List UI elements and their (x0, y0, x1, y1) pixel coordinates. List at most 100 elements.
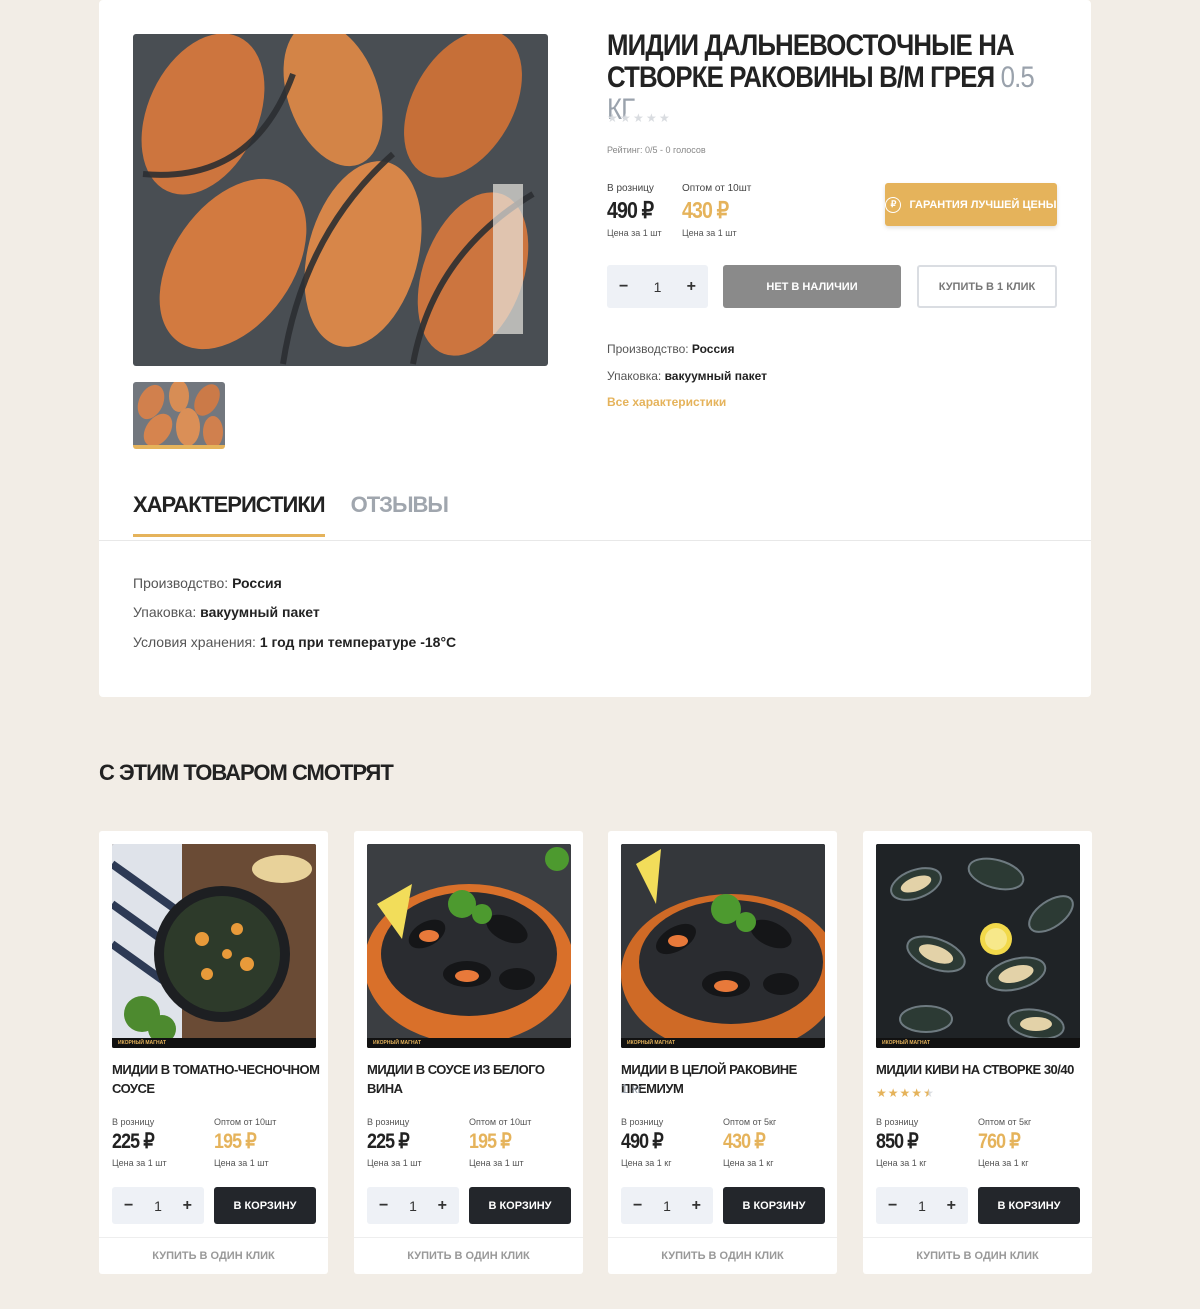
increase-button[interactable]: + (947, 1197, 956, 1215)
decrease-button[interactable]: − (124, 1197, 133, 1215)
char-key: Условия хранения: (133, 634, 256, 650)
wholesale-label: Оптом от 10шт (214, 1117, 277, 1127)
retail-unit: Цена за 1 кг (621, 1158, 672, 1168)
wholesale-price: 430 ₽ (682, 197, 729, 223)
tab-characteristics[interactable]: Характеристики (133, 492, 326, 537)
product-card[interactable]: ИКОРНЫЙ МАГНАТ Мидии в целой раковине пр… (608, 831, 837, 1274)
retail-label: В розницу (607, 183, 654, 194)
tab-reviews[interactable]: Отзывы (351, 492, 449, 537)
retail-label: В розницу (621, 1117, 664, 1127)
increase-button[interactable]: + (438, 1197, 447, 1215)
buy-one-click-link[interactable]: Купить в один клик (354, 1237, 583, 1274)
wholesale-price-block: Оптом от 10шт 430 ₽ Цена за 1 шт (682, 183, 751, 238)
star-icon[interactable]: ★ (607, 112, 618, 124)
product-card-name[interactable]: Мидии в целой раковине премиум (621, 1060, 831, 1098)
spec-key: Производство: (607, 342, 689, 356)
quantity-value[interactable]: 1 (654, 279, 662, 295)
best-price-guarantee-button[interactable]: ₽ Гарантия лучшей цены (885, 183, 1057, 226)
retail-price: 225 ₽ (367, 1130, 410, 1153)
star-icon: ★ (887, 1086, 899, 1100)
wholesale-unit: Цена за 1 кг (723, 1158, 774, 1168)
retail-unit: Цена за 1 шт (112, 1158, 167, 1168)
star-icon[interactable]: ★ (620, 112, 631, 124)
characteristic-row: Производство: Россия (133, 575, 282, 591)
spec-value: Россия (691, 342, 735, 356)
decrease-button[interactable]: − (888, 1197, 897, 1215)
star-icon[interactable]: ★ (659, 112, 670, 124)
add-to-cart-button[interactable]: В корзину (978, 1187, 1080, 1224)
star-icon[interactable]: ★ (646, 112, 657, 124)
wholesale-label: Оптом от 10шт (469, 1117, 532, 1127)
quantity-value[interactable]: 1 (663, 1198, 671, 1214)
increase-button[interactable]: + (687, 278, 696, 296)
wholesale-unit: Цена за 1 кг (978, 1158, 1029, 1168)
add-to-cart-button[interactable]: В корзину (214, 1187, 316, 1224)
product-card-name[interactable]: Мидии киви на створке 30/40 (876, 1060, 1086, 1079)
wholesale-unit: Цена за 1 шт (469, 1158, 524, 1168)
product-card-image[interactable]: ИКОРНЫЙ МАГНАТ (112, 844, 316, 1048)
buy-one-click-link[interactable]: Купить в один клик (99, 1237, 328, 1274)
all-specs-link[interactable]: Все характеристики (607, 395, 726, 409)
characteristic-row: Упаковка: вакуумный пакет (133, 604, 320, 620)
product-card-image[interactable]: ИКОРНЫЙ МАГНАТ (621, 844, 825, 1048)
char-value: 1 год при температуре -18°C (259, 634, 457, 650)
quantity-value[interactable]: 1 (918, 1198, 926, 1214)
retail-label: В розницу (112, 1117, 155, 1127)
product-card-image[interactable]: ИКОРНЫЙ МАГНАТ (876, 844, 1080, 1048)
spec-package: Упаковка: вакуумный пакет (607, 369, 767, 383)
add-to-cart-button[interactable]: В корзину (723, 1187, 825, 1224)
product-card[interactable]: ИКОРНЫЙ МАГНАТ Мидии киви на створке 30/… (863, 831, 1092, 1274)
product-card-rating: ★ ★ ★ ★ ★ (876, 1087, 934, 1099)
wholesale-price: 430 ₽ (723, 1130, 766, 1153)
buy-one-click-button[interactable]: Купить в 1 клик (917, 265, 1057, 308)
increase-button[interactable]: + (183, 1197, 192, 1215)
product-card-name[interactable]: Мидии в томатно-чесночном соусе (112, 1060, 322, 1098)
add-to-cart-button[interactable]: В корзину (469, 1187, 571, 1224)
quantity-stepper[interactable]: − 1 + (621, 1187, 713, 1224)
star-icon[interactable]: ★ (633, 112, 644, 124)
quantity-stepper[interactable]: − 1 + (876, 1187, 968, 1224)
rating-text: Рейтинг: 0/5 - 0 голосов (607, 145, 706, 155)
char-key: Упаковка: (133, 604, 197, 620)
quantity-stepper[interactable]: − 1 + (112, 1187, 204, 1224)
decrease-button[interactable]: − (619, 278, 628, 296)
decrease-button[interactable]: − (379, 1197, 388, 1215)
brand-strip: ИКОРНЫЙ МАГНАТ (876, 1038, 1080, 1048)
product-card[interactable]: ИКОРНЫЙ МАГНАТ Мидии в томатно-чесночном… (99, 831, 328, 1274)
product-title-text: Мидии дальневосточные на створке раковин… (607, 29, 1015, 94)
spec-value: вакуумный пакет (664, 369, 768, 383)
tabs-divider (99, 540, 1091, 541)
retail-label: В розницу (876, 1117, 919, 1127)
wholesale-label: Оптом от 5кг (978, 1117, 1032, 1127)
half-star-icon: ★ (923, 1086, 934, 1100)
product-card-image[interactable]: ИКОРНЫЙ МАГНАТ (367, 844, 571, 1048)
product-tabs: Характеристики Отзывы (133, 492, 449, 537)
product-thumbnail[interactable] (133, 382, 225, 449)
brand-strip: ИКОРНЫЙ МАГНАТ (112, 1038, 316, 1048)
spec-key: Упаковка: (607, 369, 662, 383)
retail-price: 225 ₽ (112, 1130, 155, 1153)
char-value: вакуумный пакет (200, 604, 320, 620)
quantity-stepper[interactable]: − 1 + (367, 1187, 459, 1224)
increase-button[interactable]: + (692, 1197, 701, 1215)
decrease-button[interactable]: − (633, 1197, 642, 1215)
retail-price: 850 ₽ (876, 1130, 919, 1153)
out-of-stock-button[interactable]: Нет в наличии (723, 265, 901, 308)
wholesale-price: 760 ₽ (978, 1130, 1021, 1153)
product-card-name[interactable]: Мидии в соусе из белого вина (367, 1060, 577, 1098)
retail-unit: Цена за 1 кг (876, 1158, 927, 1168)
star-icon: ★ (876, 1086, 887, 1100)
rating-stars[interactable]: ★ ★ ★ ★ ★ (607, 112, 670, 124)
quantity-value[interactable]: 1 (409, 1198, 417, 1214)
related-section-title: С этим товаром смотрят (99, 760, 394, 785)
wholesale-price: 195 ₽ (469, 1130, 512, 1153)
quantity-stepper[interactable]: − 1 + (607, 265, 708, 308)
quantity-value[interactable]: 1 (154, 1198, 162, 1214)
buy-one-click-link[interactable]: Купить в один клик (608, 1237, 837, 1274)
buy-one-click-link[interactable]: Купить в один клик (863, 1237, 1092, 1274)
ruble-icon: ₽ (885, 196, 902, 213)
characteristic-row: Условия хранения: 1 год при температуре … (133, 634, 456, 650)
product-main-image[interactable] (133, 34, 548, 366)
product-card[interactable]: ИКОРНЫЙ МАГНАТ Мидии в соусе из белого в… (354, 831, 583, 1274)
guarantee-label: Гарантия лучшей цены (909, 198, 1057, 211)
